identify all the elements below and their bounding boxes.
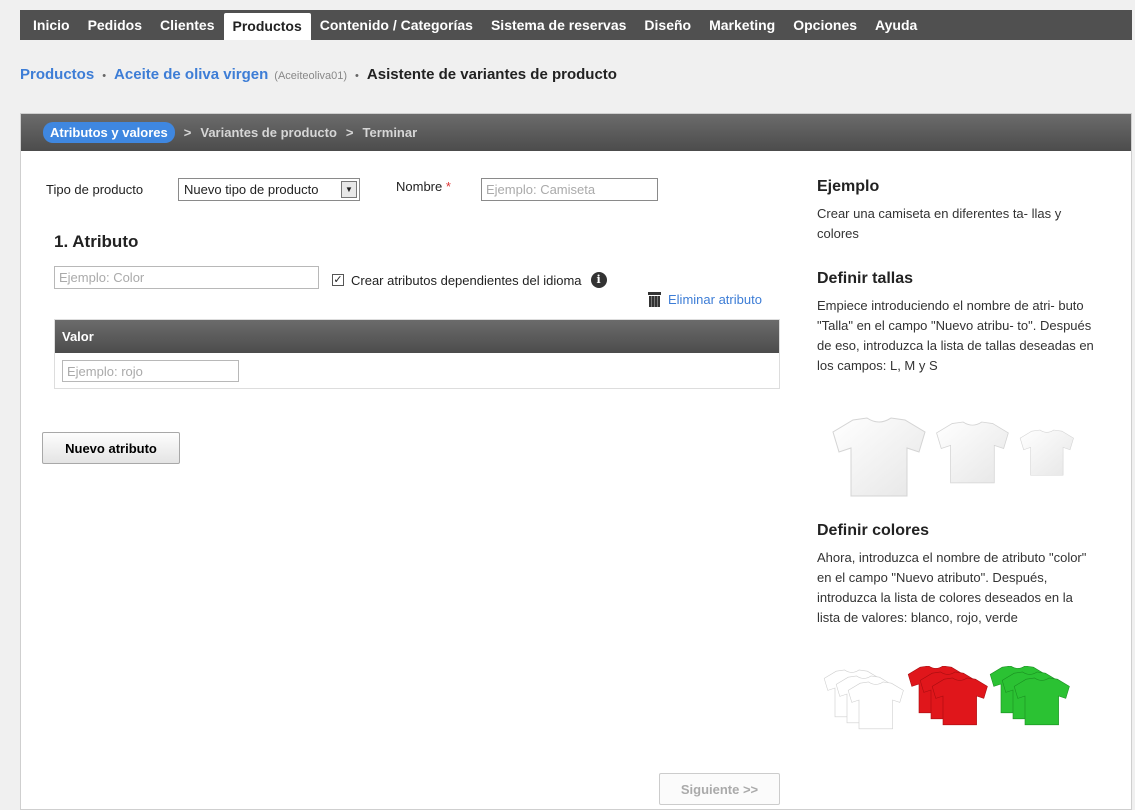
lang-dependent-checkbox[interactable]: ✓	[332, 274, 344, 286]
breadcrumb-product[interactable]: Aceite de oliva virgen	[114, 66, 268, 83]
step-terminar[interactable]: Terminar	[363, 125, 418, 140]
nav-inicio[interactable]: Inicio	[24, 10, 79, 40]
help-example-title: Ejemplo	[817, 178, 880, 195]
name-label: Nombre *	[396, 179, 451, 194]
step-separator: >	[345, 125, 354, 140]
wizard-panel: Atributos y valores > Variantes de produ…	[20, 113, 1132, 810]
help-colors: Definir colores Ahora, introduzca el nom…	[817, 522, 1097, 628]
tshirt-red-stack-icon	[907, 666, 988, 726]
breadcrumb-separator: •	[102, 70, 107, 82]
help-colors-title: Definir colores	[817, 522, 930, 539]
step-variantes[interactable]: Variantes de producto	[200, 125, 337, 140]
value-input[interactable]: Ejemplo: rojo	[62, 360, 239, 382]
new-attribute-button[interactable]: Nuevo atributo	[42, 432, 180, 464]
breadcrumb-separator: •	[355, 70, 359, 82]
values-header: Valor	[55, 320, 779, 353]
tshirt-medium-icon	[936, 421, 1009, 484]
breadcrumb-productos[interactable]: Productos	[20, 66, 94, 83]
tshirt-small-icon	[1019, 429, 1074, 476]
product-type-label: Tipo de producto	[46, 182, 144, 197]
lang-dependent-option: ✓ Crear atributos dependientes del idiom…	[332, 272, 607, 288]
required-mark: *	[445, 179, 451, 194]
next-button[interactable]: Siguiente >>	[659, 773, 780, 805]
step-atributos-valores[interactable]: Atributos y valores	[43, 122, 175, 143]
step-separator: >	[183, 125, 192, 140]
product-type-select[interactable]: Nuevo tipo de producto ▼	[178, 178, 360, 201]
nav-marketing[interactable]: Marketing	[700, 10, 784, 40]
help-sizes: Definir tallas Empiece introduciendo el …	[817, 270, 1097, 376]
help-example: Ejemplo Crear una camiseta en diferentes…	[817, 178, 1097, 244]
nav-opciones[interactable]: Opciones	[784, 10, 866, 40]
main-nav: Inicio Pedidos Clientes Productos Conten…	[20, 10, 1132, 40]
lang-dependent-label: Crear atributos dependientes del idioma	[351, 272, 582, 288]
breadcrumb-product-code: (Aceiteoliva01)	[274, 70, 348, 82]
wizard-steps: Atributos y valores > Variantes de produ…	[21, 114, 1131, 151]
nav-ayuda[interactable]: Ayuda	[866, 10, 926, 40]
trash-icon	[648, 292, 661, 307]
attribute-input[interactable]: Ejemplo: Color	[54, 266, 319, 289]
help-sizes-title: Definir tallas	[817, 270, 914, 287]
nav-sistema-reservas[interactable]: Sistema de reservas	[482, 10, 635, 40]
nav-productos[interactable]: Productos	[223, 13, 311, 40]
name-input[interactable]: Ejemplo: Camiseta	[481, 178, 658, 201]
tshirt-colors-illustration	[823, 666, 1070, 730]
help-colors-text: Ahora, introduzca el nombre de atributo …	[817, 550, 1087, 625]
tshirt-green-stack-icon	[989, 666, 1070, 726]
help-example-text: Crear una camiseta en diferentes ta- lla…	[817, 206, 1062, 241]
tshirt-large-icon	[832, 417, 926, 497]
nav-contenido-categorias[interactable]: Contenido / Categorías	[311, 10, 482, 40]
info-icon[interactable]: i	[590, 272, 607, 288]
breadcrumb-current: Asistente de variantes de producto	[366, 66, 617, 83]
nav-pedidos[interactable]: Pedidos	[79, 10, 151, 40]
help-sizes-text: Empiece introduciendo el nombre de atri-…	[817, 298, 1094, 373]
delete-attribute-link[interactable]: Eliminar atributo	[648, 292, 762, 307]
tshirt-white-stack-icon	[823, 669, 904, 730]
values-table: Valor Ejemplo: rojo	[54, 319, 780, 389]
breadcrumb: Productos • Aceite de oliva virgen (Acei…	[20, 66, 617, 83]
delete-attribute-label: Eliminar atributo	[668, 292, 762, 307]
tshirt-sizes-illustration	[832, 417, 1074, 497]
nav-diseno[interactable]: Diseño	[635, 10, 700, 40]
chevron-down-icon[interactable]: ▼	[341, 181, 357, 198]
attribute-heading: 1. Atributo	[54, 232, 139, 251]
product-type-value: Nuevo tipo de producto	[184, 182, 319, 197]
nav-clientes[interactable]: Clientes	[151, 10, 223, 40]
